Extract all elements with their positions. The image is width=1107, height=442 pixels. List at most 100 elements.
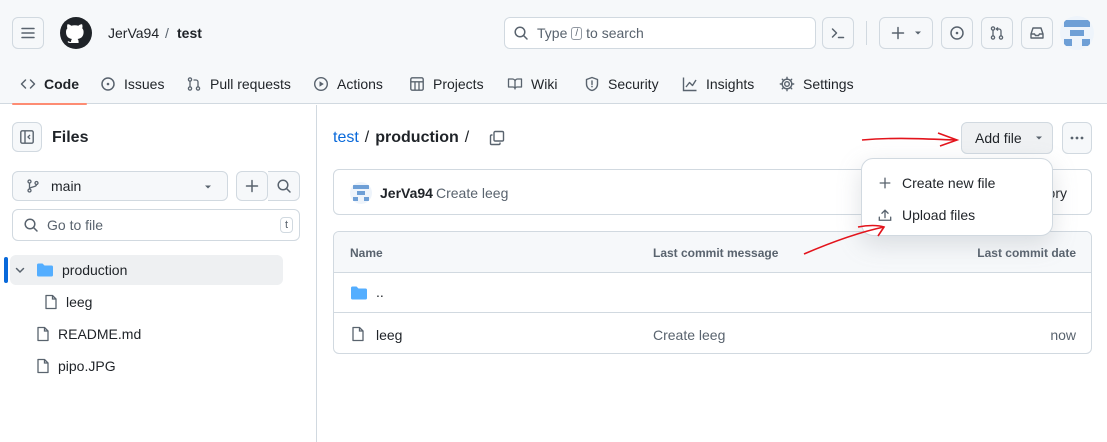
code-icon (20, 79, 36, 89)
column-header-name: Name (350, 246, 383, 260)
collapse-sidebar-button[interactable] (12, 122, 42, 152)
file-table-header: Name Last commit message Last commit dat… (334, 232, 1091, 273)
go-to-file-placeholder: Go to file (47, 217, 104, 233)
pull-request-icon (990, 26, 1004, 40)
shield-icon (585, 76, 599, 92)
gear-icon (779, 76, 795, 92)
play-icon (313, 76, 329, 92)
create-new-file-item[interactable]: Create new file (862, 168, 1052, 198)
tree-item-leeg[interactable]: leeg (44, 287, 92, 317)
copy-icon[interactable] (489, 130, 505, 146)
pull-requests-button[interactable] (981, 17, 1013, 49)
commit-author-avatar[interactable] (350, 182, 372, 204)
create-new-button[interactable] (879, 17, 933, 49)
column-header-date: Last commit date (977, 246, 1076, 260)
header-divider (866, 21, 867, 45)
folder-icon (351, 286, 367, 300)
inbox-button[interactable] (1021, 17, 1053, 49)
sidebar-collapse-icon (20, 130, 34, 144)
files-title: Files (52, 129, 89, 146)
file-tree-sidebar: Files main Go to file t production leeg … (0, 105, 317, 442)
hamburger-icon (21, 27, 35, 39)
folder-icon (37, 263, 53, 277)
tab-security[interactable]: Security (584, 64, 659, 104)
search-icon (514, 26, 528, 40)
github-logo-icon[interactable] (60, 17, 92, 49)
tree-item-label: pipo.JPG (58, 358, 116, 374)
tab-code-label: Code (44, 76, 79, 92)
go-to-file-shortcut-key: t (279, 217, 293, 233)
tree-item-production[interactable]: production (10, 255, 283, 285)
table-icon (410, 77, 424, 91)
parent-directory-link[interactable]: .. (376, 284, 384, 300)
tab-code[interactable]: Code (12, 64, 87, 105)
search-icon (24, 218, 38, 232)
path-current-folder: production (375, 129, 459, 146)
repo-nav: Code Issues Pull requests Actions Projec… (0, 64, 1107, 105)
graph-icon (682, 77, 697, 92)
plus-icon (879, 177, 891, 189)
issue-icon (101, 77, 115, 91)
file-path-breadcrumb: test / production / (333, 129, 505, 147)
tab-insights-label: Insights (706, 76, 755, 92)
tree-item-label: production (62, 262, 128, 278)
add-file-button[interactable]: Add file (961, 122, 1053, 154)
file-icon (37, 326, 49, 342)
file-commit-message[interactable]: Create leeg (653, 327, 725, 343)
search-icon (276, 179, 291, 193)
commit-message[interactable]: Create leeg (436, 185, 508, 201)
tab-insights[interactable]: Insights (682, 64, 754, 104)
plus-icon (891, 26, 904, 40)
tab-issues[interactable]: Issues (100, 64, 164, 104)
plus-icon (245, 179, 259, 193)
branch-selector[interactable]: main (12, 171, 228, 201)
tree-item-pipo[interactable]: pipo.JPG (36, 351, 116, 381)
file-icon (37, 358, 49, 374)
tab-pull-requests-label: Pull requests (210, 76, 291, 92)
user-avatar[interactable] (1060, 16, 1094, 50)
file-table: Name Last commit message Last commit dat… (333, 231, 1092, 354)
tree-item-readme[interactable]: README.md (36, 319, 141, 349)
tab-actions[interactable]: Actions (313, 64, 383, 104)
tab-settings[interactable]: Settings (779, 64, 854, 104)
file-name-link[interactable]: leeg (376, 327, 402, 343)
table-row[interactable]: leeg Create leeg now (334, 314, 1091, 353)
file-icon (352, 326, 364, 342)
path-root-link[interactable]: test (333, 129, 359, 147)
add-file-label: Add file (975, 130, 1022, 146)
tab-settings-label: Settings (803, 76, 854, 92)
issue-icon (950, 26, 964, 40)
search-files-button[interactable] (268, 171, 300, 201)
create-new-file-label: Create new file (902, 175, 996, 191)
issues-button[interactable] (941, 17, 973, 49)
tab-wiki[interactable]: Wiki (507, 64, 557, 104)
branch-icon (27, 179, 39, 193)
file-commit-date: now (1050, 327, 1076, 343)
add-file-dropdown-menu: Create new file Upload files (861, 158, 1053, 236)
add-file-sidebar-button[interactable] (236, 171, 268, 201)
search-input[interactable]: Type / to search (504, 17, 816, 49)
caret-down-icon (1035, 136, 1042, 140)
breadcrumb-repo[interactable]: test (177, 25, 202, 41)
column-header-message: Last commit message (653, 246, 779, 260)
tab-projects[interactable]: Projects (409, 64, 484, 104)
upload-files-item[interactable]: Upload files (862, 200, 1052, 230)
chevron-down-icon[interactable] (14, 264, 26, 276)
more-options-button[interactable] (1062, 122, 1092, 154)
inbox-icon (1030, 27, 1044, 39)
tab-pull-requests[interactable]: Pull requests (186, 64, 291, 104)
tree-item-label: leeg (66, 294, 93, 310)
search-suffix: to search (586, 25, 644, 41)
table-row[interactable]: .. (334, 273, 1091, 313)
app-header: JerVa94 / test Type / to search Code Iss… (0, 0, 1107, 105)
kebab-horizontal-icon (1070, 136, 1084, 140)
tab-security-label: Security (608, 76, 659, 92)
commit-author[interactable]: JerVa94 (380, 185, 433, 201)
tab-actions-label: Actions (337, 76, 383, 92)
caret-down-icon (914, 31, 921, 35)
caret-down-icon (205, 185, 211, 189)
command-palette-button[interactable] (822, 17, 854, 49)
menu-button[interactable] (12, 17, 44, 49)
breadcrumb-owner[interactable]: JerVa94 (108, 25, 159, 41)
go-to-file-input[interactable]: Go to file t (12, 209, 300, 241)
